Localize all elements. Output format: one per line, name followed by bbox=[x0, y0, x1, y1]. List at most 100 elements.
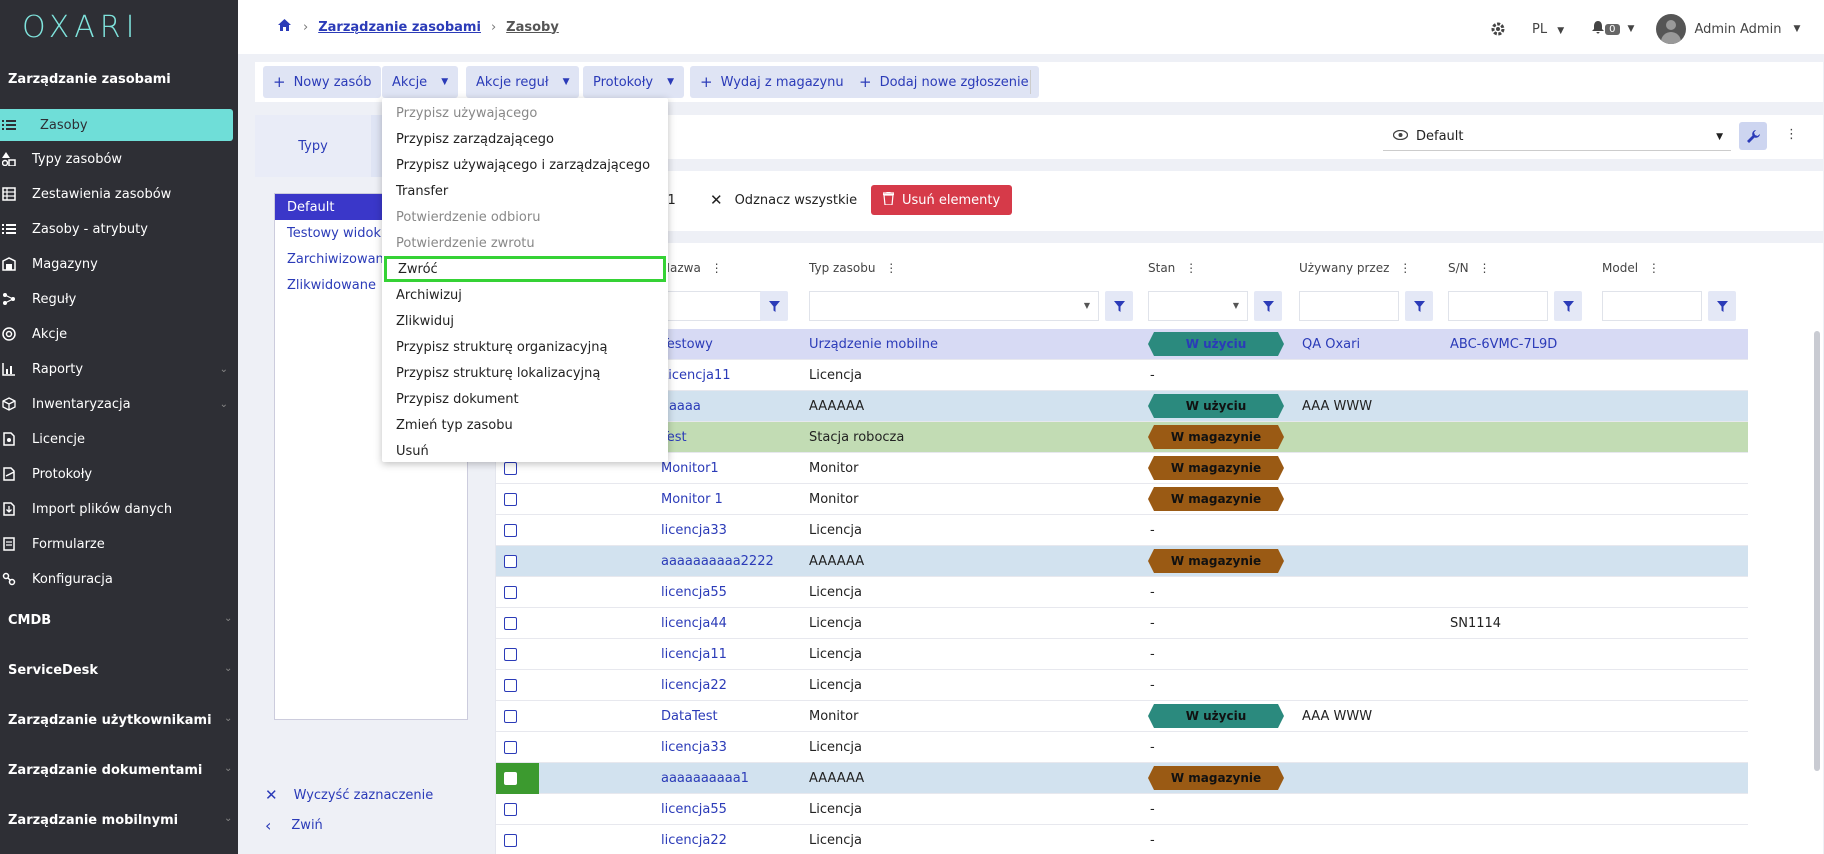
column-header[interactable]: Używany przez ⋮ bbox=[1299, 261, 1411, 275]
filter-icon[interactable] bbox=[1405, 291, 1433, 321]
row-checkbox[interactable] bbox=[504, 555, 517, 568]
sidebar-item-typy-zasobów[interactable]: Typy zasobów bbox=[0, 144, 238, 174]
asset-name-link[interactable]: licencja22 bbox=[661, 678, 727, 693]
table-row[interactable]: licencja33 Licencja - bbox=[496, 515, 1748, 546]
table-row[interactable]: licencja22 Licencja - bbox=[496, 825, 1748, 854]
row-checkbox[interactable] bbox=[504, 617, 517, 630]
more-vert-icon[interactable]: ⋮ bbox=[881, 261, 897, 275]
sidebar-item-protokoły[interactable]: Protokoły bbox=[0, 459, 238, 489]
sidebar-item-akcje[interactable]: Akcje bbox=[0, 319, 238, 349]
row-checkbox[interactable] bbox=[504, 648, 517, 661]
filter-icon[interactable] bbox=[1708, 291, 1736, 321]
gear-icon[interactable] bbox=[1490, 21, 1506, 37]
wrench-icon[interactable] bbox=[1739, 122, 1767, 150]
view-select[interactable]: Default ▼ bbox=[1383, 123, 1731, 151]
user-name[interactable]: Admin Admin bbox=[1694, 22, 1781, 37]
column-header[interactable]: Model ⋮ bbox=[1602, 261, 1660, 275]
asset-name-link[interactable]: licencja55 bbox=[661, 585, 727, 600]
delete-items-button[interactable]: Usuń elementy bbox=[871, 185, 1013, 215]
asset-name-link[interactable]: licencja44 bbox=[661, 616, 727, 631]
collapse-button[interactable]: ‹ Zwiń bbox=[255, 810, 488, 840]
row-checkbox[interactable] bbox=[504, 710, 517, 723]
asset-name-link[interactable]: DataTest bbox=[661, 709, 718, 724]
tab-types[interactable]: Typy bbox=[255, 115, 371, 177]
sidebar-item-zestawienia-zasobów[interactable]: Zestawienia zasobów bbox=[0, 179, 238, 209]
menu-item[interactable]: Zlikwiduj bbox=[382, 308, 668, 334]
asset-name-link[interactable]: licencja33 bbox=[661, 740, 727, 755]
table-row[interactable]: Testowy Urządzenie mobilne QA Oxari ABC-6VM… bbox=[496, 329, 1748, 360]
sidebar-section-2[interactable]: ServiceDesk ⌄ bbox=[8, 663, 232, 678]
more-vert-icon[interactable]: ⋮ bbox=[707, 261, 723, 275]
menu-item[interactable]: Transfer bbox=[382, 178, 668, 204]
issue-from-warehouse-button[interactable]: + Wydaj z magazynu bbox=[690, 66, 854, 98]
column-filter-input[interactable] bbox=[1299, 291, 1399, 321]
breadcrumb-assets[interactable]: Zasoby bbox=[506, 20, 559, 35]
actions-dropdown-button[interactable]: Akcje ▼ bbox=[382, 66, 459, 98]
protocols-dropdown-button[interactable]: Protokoły ▼ bbox=[583, 66, 685, 98]
column-filter-input[interactable]: ▼ bbox=[809, 291, 1099, 321]
table-row[interactable]: licencja22 Licencja - bbox=[496, 670, 1748, 701]
menu-item[interactable]: Zmień typ zasobu bbox=[382, 412, 668, 438]
asset-name-link[interactable]: aaaaaaaaaa1 bbox=[661, 771, 749, 786]
row-checkbox[interactable] bbox=[504, 493, 517, 506]
filter-icon[interactable] bbox=[1254, 291, 1282, 321]
sidebar-item-zasoby-atrybuty[interactable]: Zasoby - atrybuty bbox=[0, 214, 238, 244]
table-row[interactable]: Monitor 1 Monitor W magazynie bbox=[496, 484, 1748, 515]
clear-selection-button[interactable]: ✕ Wyczyść zaznaczenie bbox=[255, 780, 488, 810]
table-row[interactable]: Test Stacja robocza W magazynie bbox=[496, 422, 1748, 453]
row-checkbox[interactable] bbox=[504, 803, 517, 816]
sidebar-section-1[interactable]: CMDB ⌄ bbox=[8, 613, 232, 628]
more-vert-icon[interactable]: ⋮ bbox=[1475, 261, 1490, 275]
menu-item[interactable]: Usuń bbox=[382, 438, 668, 464]
table-row[interactable]: licencja44 Licencja SN1114 - bbox=[496, 608, 1748, 639]
menu-item[interactable]: Przypisz używającego i zarządzającego bbox=[382, 152, 668, 178]
column-filter-input[interactable] bbox=[1602, 291, 1702, 321]
asset-name-link[interactable]: licencja33 bbox=[661, 523, 727, 538]
language-select[interactable]: PL ▼ bbox=[1532, 22, 1564, 37]
avatar[interactable] bbox=[1656, 14, 1687, 44]
table-row[interactable]: licencja33 Licencja - bbox=[496, 732, 1748, 763]
column-header[interactable]: S/N ⋮ bbox=[1448, 261, 1490, 275]
sidebar-item-magazyny[interactable]: Magazyny bbox=[0, 249, 238, 279]
add-ticket-button[interactable]: + Dodaj nowe zgłoszenie bbox=[849, 66, 1039, 98]
menu-item[interactable]: Przypisz strukturę lokalizacyjną bbox=[382, 360, 668, 386]
sidebar-item-inwentaryzacja[interactable]: Inwentaryzacja ⌄ bbox=[0, 389, 238, 419]
sidebar-item-reguły[interactable]: Reguły bbox=[0, 284, 238, 314]
sidebar-item-raporty[interactable]: Raporty ⌄ bbox=[0, 354, 238, 384]
sidebar-item-konfiguracja[interactable]: Konfiguracja bbox=[0, 564, 238, 594]
sidebar-section-5[interactable]: Zarządzanie mobilnymi ⌄ bbox=[8, 813, 232, 828]
more-vert-icon[interactable]: ⋮ bbox=[1644, 261, 1660, 275]
table-row[interactable]: aaaaaaaaaa1 AAAAAA W magazynie bbox=[496, 763, 1748, 794]
table-row[interactable]: aaaaaaaaaa2222 AAAAAA W magazynie bbox=[496, 546, 1748, 577]
asset-name-link[interactable]: Testowy bbox=[661, 337, 713, 352]
table-row[interactable]: licencja11 Licencja - bbox=[496, 639, 1748, 670]
asset-name-link[interactable]: licencja11 bbox=[661, 647, 727, 662]
sidebar-item-licencje[interactable]: Licencje bbox=[0, 424, 238, 454]
chevron-down-icon[interactable]: ▼ bbox=[1793, 24, 1800, 34]
table-row[interactable]: licencja55 Licencja - bbox=[496, 794, 1748, 825]
asset-name-link[interactable]: Monitor1 bbox=[661, 461, 719, 476]
menu-item[interactable]: Przypisz strukturę organizacyjną bbox=[382, 334, 668, 360]
more-vert-icon[interactable]: ⋮ bbox=[1181, 261, 1197, 275]
row-checkbox[interactable] bbox=[504, 741, 517, 754]
sidebar-item-formularze[interactable]: Formularze bbox=[0, 529, 238, 559]
column-filter-input[interactable] bbox=[1448, 291, 1548, 321]
asset-name-link[interactable]: Licencja11 bbox=[661, 368, 731, 383]
more-vert-icon[interactable]: ⋮ bbox=[1395, 261, 1411, 275]
menu-item[interactable]: Archiwizuj bbox=[382, 282, 668, 308]
table-row[interactable]: DataTest Monitor AAA WWW W użyciu bbox=[496, 701, 1748, 732]
row-checkbox[interactable] bbox=[504, 772, 517, 785]
asset-name-link[interactable]: licencja55 bbox=[661, 802, 727, 817]
asset-name-link[interactable]: licencja22 bbox=[661, 833, 727, 848]
breadcrumb-assets-management[interactable]: Zarządzanie zasobami bbox=[318, 20, 481, 35]
notifications-button[interactable]: 0 ▼ bbox=[1592, 20, 1634, 38]
asset-name-link[interactable]: Monitor 1 bbox=[661, 492, 723, 507]
menu-item[interactable]: Zwróć bbox=[384, 256, 666, 282]
sidebar-item-zasoby[interactable]: Zasoby bbox=[0, 109, 233, 141]
sidebar-section-3[interactable]: Zarządzanie użytkownikami ⌄ bbox=[8, 713, 232, 728]
sidebar-section-4[interactable]: Zarządzanie dokumentami ⌄ bbox=[8, 763, 232, 778]
row-checkbox[interactable] bbox=[504, 586, 517, 599]
row-checkbox[interactable] bbox=[504, 524, 517, 537]
menu-item[interactable]: Przypisz zarządzającego bbox=[382, 126, 668, 152]
filter-icon[interactable] bbox=[1554, 291, 1582, 321]
